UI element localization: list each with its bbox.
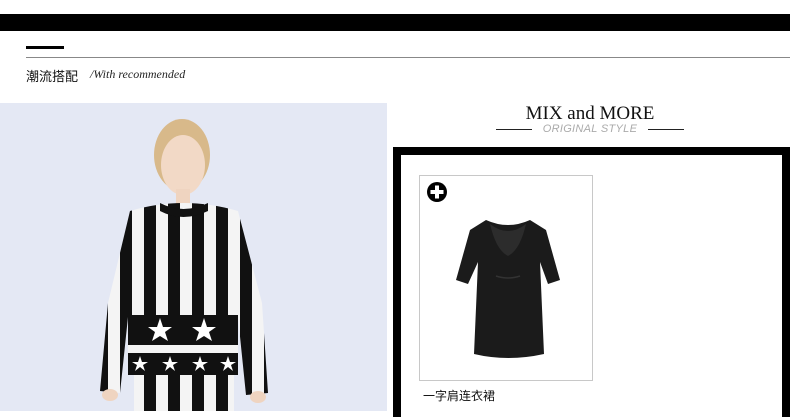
plus-circle-icon[interactable] bbox=[426, 181, 448, 203]
section-title: 潮流搭配 bbox=[26, 70, 79, 85]
product-image[interactable] bbox=[456, 216, 560, 360]
model-photo[interactable] bbox=[0, 103, 387, 411]
mix-title: MIX and MORE bbox=[525, 103, 655, 124]
heading-accent-rule bbox=[26, 46, 64, 49]
heading-divider bbox=[26, 57, 790, 58]
product-name[interactable]: 一字肩连衣裙 bbox=[423, 387, 495, 404]
top-bar bbox=[0, 14, 790, 31]
mix-subtitle: ORIGINAL STYLE bbox=[542, 123, 638, 135]
model-illustration bbox=[0, 103, 387, 411]
subtitle-left-rule bbox=[496, 129, 532, 130]
section-subtitle: /With recommended bbox=[90, 67, 186, 81]
product-card[interactable] bbox=[419, 175, 593, 381]
subtitle-right-rule bbox=[648, 129, 684, 130]
